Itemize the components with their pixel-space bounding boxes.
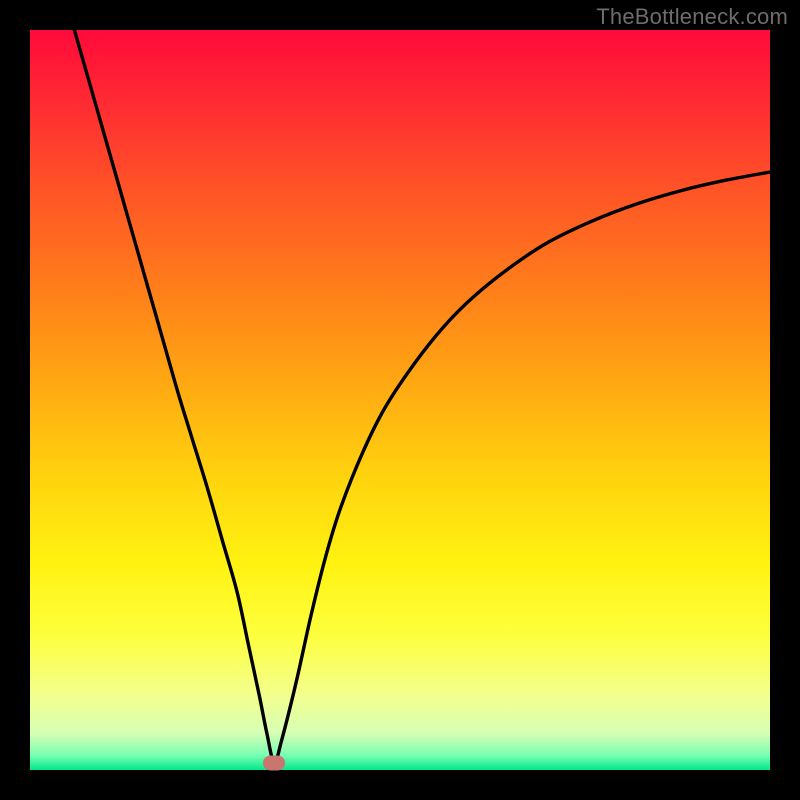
watermark-text: TheBottleneck.com (596, 4, 788, 30)
plot-area (30, 30, 770, 770)
optimum-marker (263, 755, 285, 770)
bottleneck-curve (74, 30, 770, 763)
chart-frame: TheBottleneck.com (0, 0, 800, 800)
curve-svg (30, 30, 770, 770)
